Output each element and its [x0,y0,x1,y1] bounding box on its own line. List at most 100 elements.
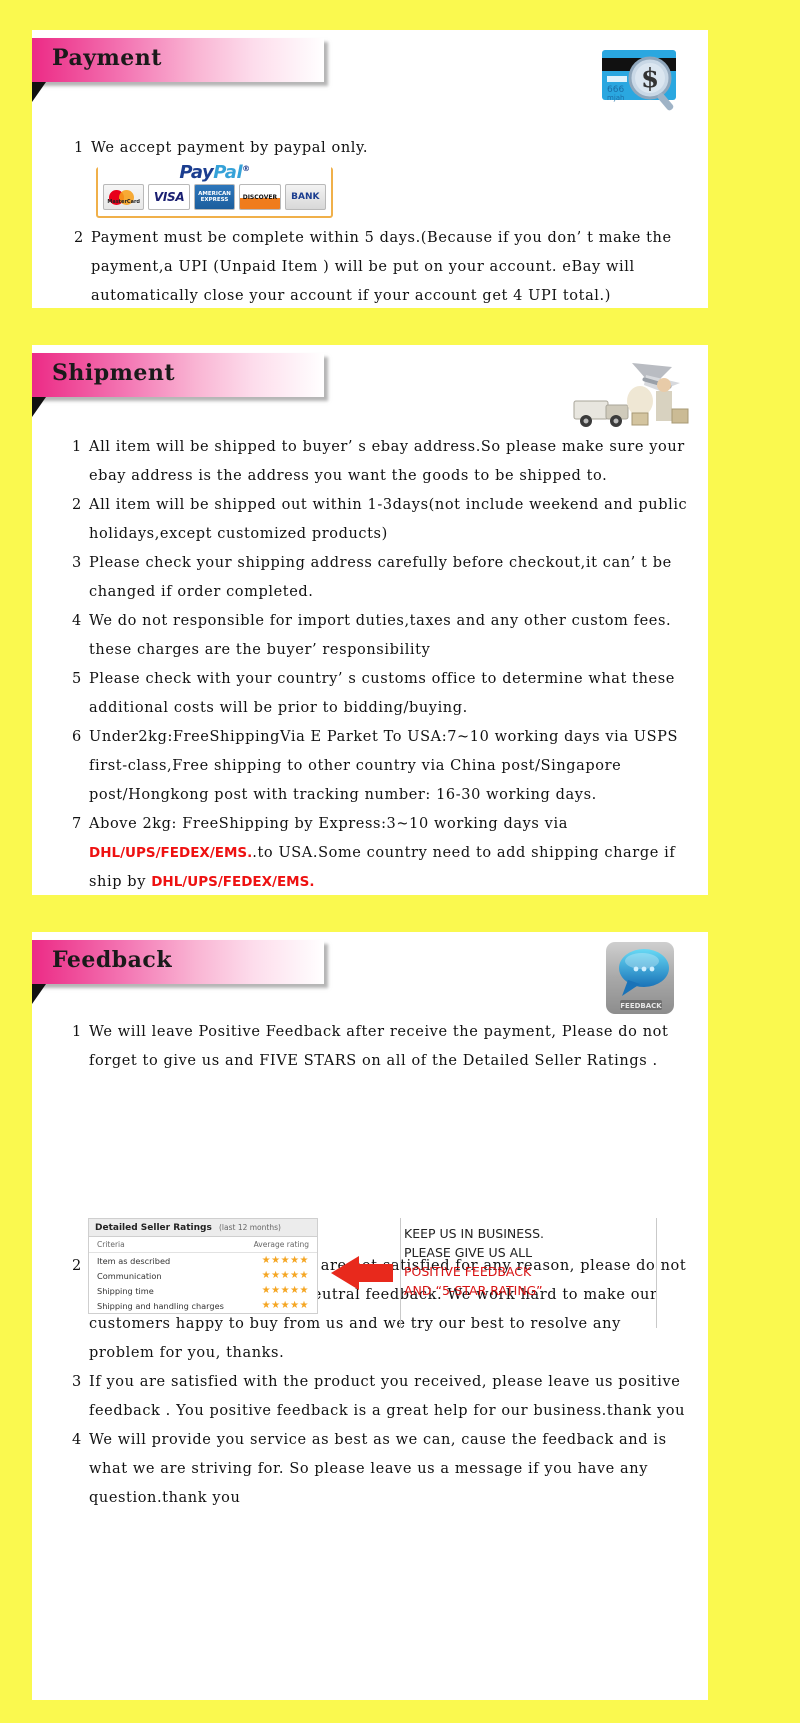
listing-page: Payment 666 44 mjah $ 1 We accept paymen… [0,0,800,1723]
svg-text:mjah: mjah [607,94,625,102]
list-item: 1 All item will be shipped to buyer’ s e… [72,433,690,491]
item-text: We do not responsible for import duties,… [89,613,672,658]
paypal-brand-first: Pay [179,162,214,183]
feedback-callout: KEEP US IN BUSINESS. PLEASE GIVE US ALL … [404,1224,654,1300]
dsr-header: Detailed Seller Ratings (last 12 months) [89,1219,317,1237]
ribbon-bar: Feedback [32,940,324,984]
bank-icon: BANK [284,184,327,210]
callout-left-divider [400,1218,401,1328]
ribbon-fold-corner [32,984,60,1004]
list-item: 2 Payment must be complete within 5 days… [74,224,688,311]
item-number: 4 [72,1432,82,1448]
item-number: 6 [72,729,82,745]
discover-icon: DISCOVER [239,184,281,210]
dsr-col-criteria: Criteria [97,1240,125,1249]
table-row: Shipping time ★★★★★ [89,1283,317,1298]
table-row: Shipping and handling charges ★★★★★ [89,1298,317,1313]
shipment-title-ribbon: Shipment [32,353,332,417]
payment-title: Payment [52,45,162,71]
item-number: 2 [74,230,84,246]
feedback-items-top: 1 We will leave Positive Feedback after … [72,1018,690,1076]
callout-line-3: POSITIVE FEEDBACK [404,1264,532,1279]
ribbon-bar: Shipment [32,353,324,397]
list-item: 4 We will provide you service as best as… [72,1426,690,1513]
shipment-section: Shipment 1 All item will be shipped to b… [32,345,708,895]
paypal-trademark: ® [242,164,250,173]
item-number: 1 [72,439,82,455]
american-express-icon: AMERICAN EXPRESS [193,184,236,210]
item-number: 1 [74,140,84,156]
list-item: 1 We will leave Positive Feedback after … [72,1018,690,1076]
shipment-title: Shipment [52,360,176,386]
shipment-items: 1 All item will be shipped to buyer’ s e… [72,433,690,897]
dsr-criteria: Shipping time [97,1285,154,1296]
feedback-title-ribbon: Feedback [32,940,332,1004]
ribbon-fold-corner [32,82,60,102]
list-item: 2 All item will be shipped out within 1-… [72,491,690,549]
list-item: 3 If you are satisfied with the product … [72,1368,690,1426]
item-number: 3 [72,1374,82,1390]
dsr-criteria: Shipping and handling charges [97,1300,224,1311]
visa-icon: VISA [148,184,190,210]
callout-line-1: KEEP US IN BUSINESS. [404,1226,545,1241]
list-item: 3 Please check your shipping address car… [72,549,690,607]
paypal-accepted-cards-box: PayPal® MasterCard VISA AMERICAN EXPRESS … [96,158,333,218]
carrier-names-red-1: DHL/UPS/FEDEX/EMS. [89,845,253,861]
dsr-column-headers: Criteria Average rating [89,1237,317,1253]
item-text: Please check your shipping address caref… [89,555,672,600]
item-text: If you are satisfied with the product yo… [89,1374,686,1419]
callout-line-2: PLEASE GIVE US ALL [404,1245,533,1260]
payment-title-ribbon: Payment [32,38,332,102]
blue-speech-bubble-feedback-icon: FEEDBACK [606,942,674,1014]
table-row: Communication ★★★★★ [89,1268,317,1283]
item-number: 2 [72,497,82,513]
star-rating: ★★★★★ [261,1270,309,1281]
item-number: 3 [72,555,82,571]
detailed-seller-ratings-table: Detailed Seller Ratings (last 12 months)… [88,1218,318,1314]
detailed-seller-ratings-row: Detailed Seller Ratings (last 12 months)… [88,1218,657,1330]
item-number: 2 [72,1258,82,1274]
item-number: 7 [72,816,82,832]
callout-line-4: AND “5-STAR RATING” [404,1283,543,1298]
feedback-title: Feedback [52,947,173,973]
item-text: All item will be shipped out within 1-3d… [89,497,688,542]
item-number: 1 [72,1024,82,1040]
svg-text:$: $ [641,64,659,94]
item-text: Under2kg:FreeShippingVia E Parket To USA… [89,729,679,803]
ribbon-fold-corner [32,397,60,417]
credit-card-magnifier-dollar-icon: 666 44 mjah $ [602,50,676,111]
item-text: Please check with your country’ s custom… [89,671,675,716]
dsr-col-average: Average rating [253,1240,309,1249]
list-item: 5 Please check with your country’ s cust… [72,665,690,723]
item-number: 4 [72,613,82,629]
payment-section: Payment 666 44 mjah $ 1 We accept paymen… [32,30,708,308]
ribbon-bar: Payment [32,38,324,82]
dsr-criteria: Item as described [97,1255,171,1266]
mastercard-icon: MasterCard [103,184,145,210]
express-text-before: Above 2kg: FreeShipping by Express:3~10 … [89,816,568,832]
paypal-logo: PayPal® [98,158,331,184]
table-row: Item as described ★★★★★ [89,1253,317,1268]
item-text: We will provide you service as best as w… [89,1432,667,1506]
dsr-criteria: Communication [97,1270,162,1281]
airplane-truck-delivery-icon [573,363,689,427]
callout-right-divider [656,1218,657,1328]
item-text: Above 2kg: FreeShipping by Express:3~10 … [89,810,690,897]
dsr-period: (last 12 months) [218,1223,281,1232]
item-text: All item will be shipped to buyer’ s eba… [89,439,685,484]
carrier-names-red-2: DHL/UPS/FEDEX/EMS. [151,874,315,890]
star-rating: ★★★★★ [261,1285,309,1296]
list-item-express: 7 Above 2kg: FreeShipping by Express:3~1… [72,810,690,897]
list-item: 6 Under2kg:FreeShippingVia E Parket To U… [72,723,690,810]
arrow-head [331,1256,359,1290]
red-arrow-icon [331,1256,393,1290]
payment-items: 1 We accept payment by paypal only. PayP… [74,134,688,311]
dsr-title: Detailed Seller Ratings [95,1223,212,1233]
list-item: 4 We do not responsible for import dutie… [72,607,690,665]
item-text: Payment must be complete within 5 days.(… [91,230,672,304]
paypal-brand-second: Pal [213,162,243,183]
item-number: 5 [72,671,82,687]
star-rating: ★★★★★ [261,1300,309,1311]
star-rating: ★★★★★ [261,1255,309,1266]
card-logos: MasterCard VISA AMERICAN EXPRESS DISCOVER… [98,180,331,216]
